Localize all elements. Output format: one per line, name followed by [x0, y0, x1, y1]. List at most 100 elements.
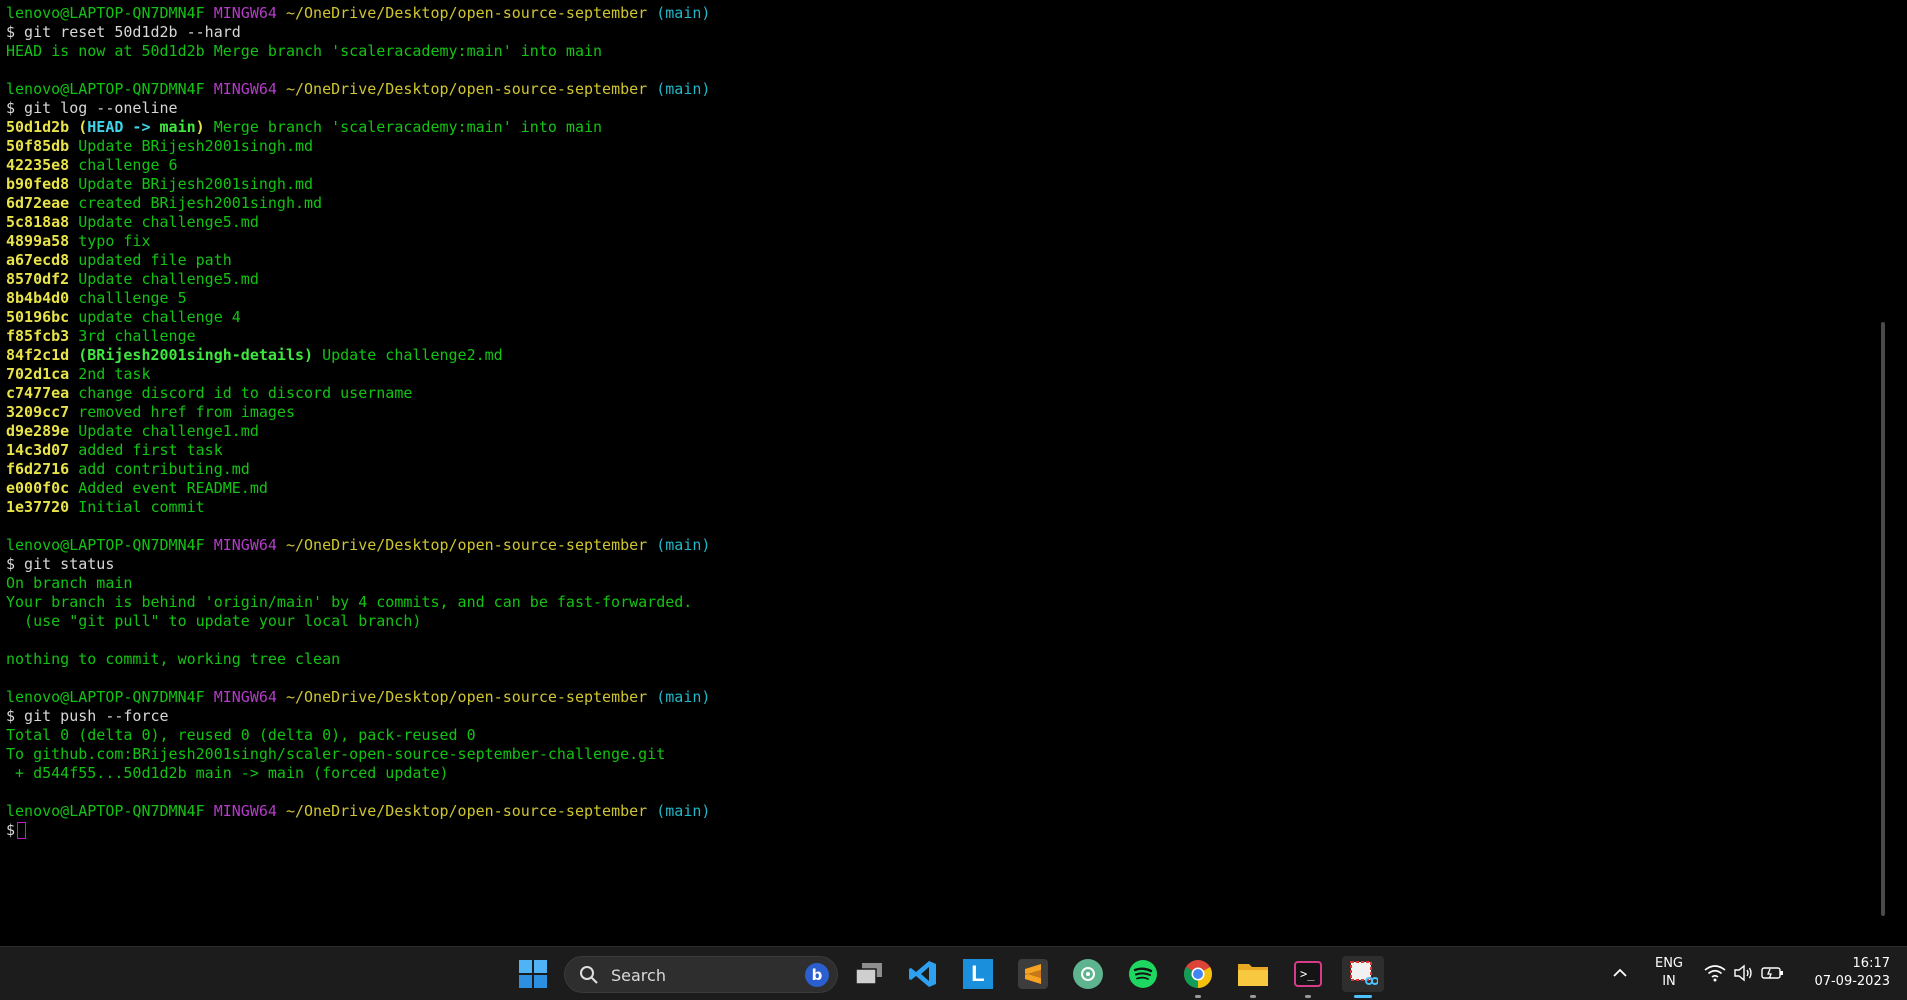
output-line: HEAD is now at 50d1d2b Merge branch 'sca… — [6, 42, 710, 61]
commit-message: challenge 6 — [78, 156, 178, 174]
commit-message: 2nd task — [78, 365, 151, 383]
commit-hash: 84f2c1d — [6, 346, 70, 364]
output-line: Total 0 (delta 0), reused 0 (delta 0), p… — [6, 726, 710, 745]
output-text: (use "git pull" to update your local bra… — [6, 612, 422, 630]
log-entry: 50f85db Update BRijesh2001singh.md — [6, 137, 710, 156]
output-text: HEAD is now at 50d1d2b Merge branch 'sca… — [6, 42, 603, 60]
commit-message: typo fix — [78, 232, 151, 250]
prompt-path: ~/OneDrive/Desktop/open-source-september — [285, 80, 648, 98]
prompt-path: ~/OneDrive/Desktop/open-source-september — [285, 688, 648, 706]
commit-hash: f6d2716 — [6, 460, 70, 478]
commit-hash: f85fcb3 — [6, 327, 70, 345]
commit-hash: 5c818a8 — [6, 213, 70, 231]
log-entry: 14c3d07 added first task — [6, 441, 710, 460]
log-entry: 42235e8 challenge 6 — [6, 156, 710, 175]
command-line: $ git reset 50d1d2b --hard — [6, 23, 710, 42]
commit-hash: 50196bc — [6, 308, 70, 326]
commit-hash: 3209cc7 — [6, 403, 70, 421]
prompt-path: ~/OneDrive/Desktop/open-source-september — [285, 802, 648, 820]
commit-hash: 1e37720 — [6, 498, 70, 516]
windows-start-icon[interactable] — [515, 956, 551, 992]
command-line: $ git push --force — [6, 707, 710, 726]
log-entry: c7477ea change discord id to discord use… — [6, 384, 710, 403]
commit-message: Update challenge5.md — [78, 213, 259, 231]
prompt-branch: (main) — [656, 80, 711, 98]
prompt-branch: (main) — [656, 688, 711, 706]
terminal-app-icon[interactable]: >_ — [1290, 956, 1326, 998]
volume-icon[interactable] — [1733, 964, 1753, 986]
log-entry: f6d2716 add contributing.md — [6, 460, 710, 479]
output-line: (use "git pull" to update your local bra… — [6, 612, 710, 631]
output-line: On branch main — [6, 574, 710, 593]
command-text: $ git log --oneline — [6, 99, 178, 117]
battery-icon[interactable] — [1761, 965, 1785, 985]
log-entry: 5c818a8 Update challenge5.md — [6, 213, 710, 232]
command-text: $ git status — [6, 555, 115, 573]
prompt-branch: (main) — [656, 4, 711, 22]
output-line: nothing to commit, working tree clean — [6, 650, 710, 669]
wifi-icon[interactable] — [1704, 964, 1726, 986]
log-entry: a67ecd8 updated file path — [6, 251, 710, 270]
commit-hash: c7477ea — [6, 384, 70, 402]
terminal-scrollbar[interactable] — [1881, 322, 1885, 916]
l-app-icon[interactable]: L — [960, 956, 996, 992]
search-label: Search — [611, 966, 666, 985]
vscode-icon[interactable] — [905, 956, 941, 992]
commit-hash: d9e289e — [6, 422, 70, 440]
openai-icon[interactable] — [1070, 956, 1106, 992]
sublime-text-icon[interactable] — [1015, 956, 1051, 992]
log-entry: 6d72eae created BRijesh2001singh.md — [6, 194, 710, 213]
prompt-user-host: lenovo@LAPTOP-QN7DMN4F — [6, 688, 205, 706]
commit-message: Merge branch 'scaleracademy:main' into m… — [213, 118, 603, 136]
output-text: + d544f55...50d1d2b main -> main (forced… — [6, 764, 449, 782]
prompt-env: MINGW64 — [213, 802, 277, 820]
commit-message: updated file path — [78, 251, 232, 269]
file-explorer-icon[interactable] — [1235, 956, 1271, 998]
log-entry: 3209cc7 removed href from images — [6, 403, 710, 422]
show-hidden-icons-chevron-icon[interactable] — [1610, 963, 1630, 983]
snipping-tool-icon[interactable] — [1342, 956, 1384, 998]
log-entry: e000f0c Added event README.md — [6, 479, 710, 498]
output-line: Your branch is behind 'origin/main' by 4… — [6, 593, 710, 612]
prompt-branch: (main) — [656, 536, 711, 554]
commit-hash: 8570df2 — [6, 270, 70, 288]
commit-message: Initial commit — [78, 498, 205, 516]
prompt-env: MINGW64 — [213, 688, 277, 706]
ref-decoration-close: ) — [195, 118, 205, 136]
log-entry: 8b4b4d0 challlenge 5 — [6, 289, 710, 308]
commit-message: challlenge 5 — [78, 289, 187, 307]
ref-branch: (BRijesh2001singh-details) — [78, 346, 314, 364]
terminal-window[interactable]: lenovo@LAPTOP-QN7DMN4F MINGW64 ~/OneDriv… — [0, 0, 1907, 946]
log-entry: 50d1d2b (HEAD -> main) Merge branch 'sca… — [6, 118, 710, 137]
commit-message: added first task — [78, 441, 223, 459]
prompt-user-host: lenovo@LAPTOP-QN7DMN4F — [6, 4, 205, 22]
language-indicator[interactable]: ENG IN — [1652, 956, 1686, 989]
commit-hash: 4899a58 — [6, 232, 70, 250]
commit-hash: 8b4b4d0 — [6, 289, 70, 307]
clock-date: 07-09-2023 — [1814, 974, 1890, 989]
output-text: Total 0 (delta 0), reused 0 (delta 0), p… — [6, 726, 476, 744]
command-text: $ git push --force — [6, 707, 169, 725]
text-cursor[interactable] — [17, 822, 27, 839]
shell-prompt-line: lenovo@LAPTOP-QN7DMN4F MINGW64 ~/OneDriv… — [6, 802, 710, 821]
clock[interactable]: 16:17 07-09-2023 — [1798, 956, 1890, 989]
input-line: $ — [6, 821, 710, 840]
chrome-icon[interactable] — [1180, 956, 1216, 998]
commit-hash: 42235e8 — [6, 156, 70, 174]
output-line: + d544f55...50d1d2b main -> main (forced… — [6, 764, 710, 783]
log-entry: 84f2c1d (BRijesh2001singh-details) Updat… — [6, 346, 710, 365]
taskbar-search-box[interactable]: Search b — [564, 956, 838, 993]
bing-icon[interactable]: b — [805, 963, 829, 987]
prompt-branch: (main) — [656, 802, 711, 820]
commit-message: Update challenge5.md — [78, 270, 259, 288]
ref-decoration-open: ( — [78, 118, 88, 136]
spotify-icon[interactable] — [1125, 956, 1161, 992]
commit-message: Update challenge1.md — [78, 422, 259, 440]
prompt-user-host: lenovo@LAPTOP-QN7DMN4F — [6, 802, 205, 820]
task-view-icon[interactable] — [851, 956, 887, 992]
keyboard-region: IN — [1662, 974, 1676, 989]
shell-prompt-line: lenovo@LAPTOP-QN7DMN4F MINGW64 ~/OneDriv… — [6, 80, 710, 99]
